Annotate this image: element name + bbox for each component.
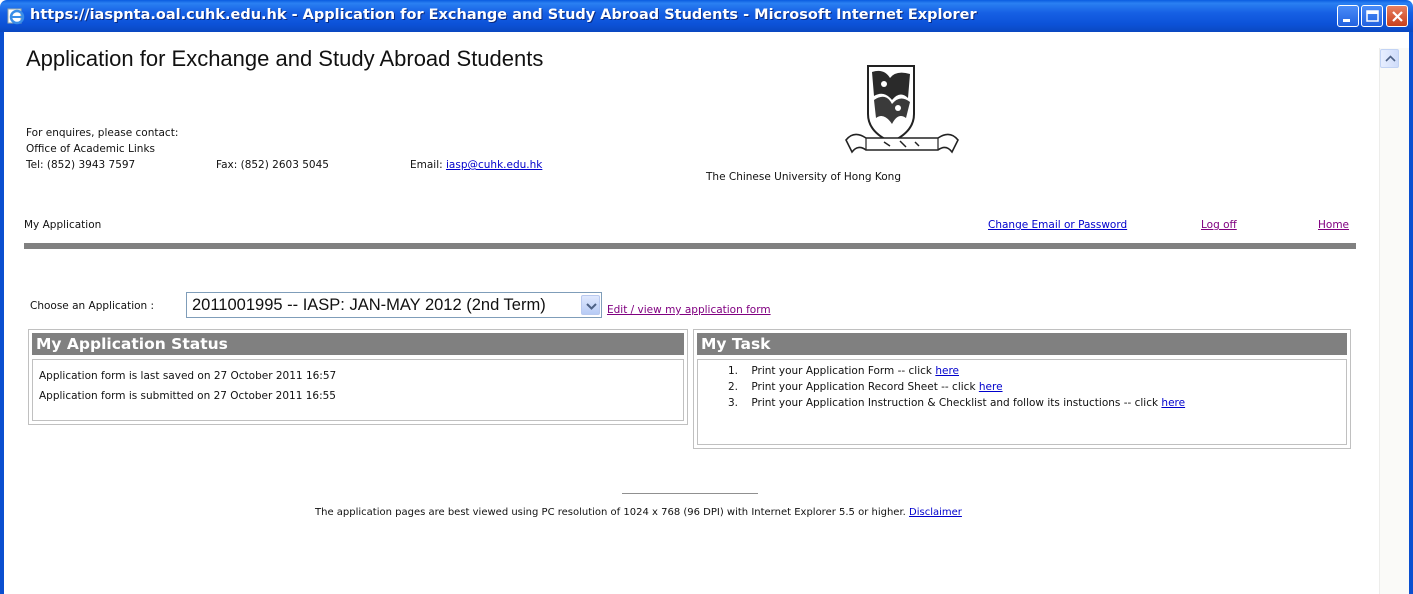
log-off-link[interactable]: Log off: [1201, 219, 1237, 231]
section-my-application: My Application: [24, 219, 102, 231]
task-number: 3.: [728, 397, 739, 409]
task-text: Print your Application Record Sheet -- c…: [751, 381, 976, 393]
application-status-panel: My Application Status Application form i…: [28, 329, 688, 425]
choose-application-label: Choose an Application :: [30, 300, 155, 312]
page-title: Application for Exchange and Study Abroa…: [26, 46, 544, 71]
task-item-1: 1. Print your Application Form -- click …: [728, 365, 959, 377]
chevron-down-icon: [586, 303, 597, 310]
window-frame-right: [1409, 32, 1413, 594]
home-link[interactable]: Home: [1318, 219, 1349, 231]
email-contact: Email: iasp@cuhk.edu.hk: [410, 159, 542, 171]
window-title: https://iaspnta.oal.cuhk.edu.hk - Applic…: [30, 7, 977, 23]
fax-label: Fax: (852) 2603 5045: [216, 159, 329, 171]
print-instruction-checklist-link[interactable]: here: [1161, 397, 1185, 409]
status-submitted: Application form is submitted on 27 Octo…: [39, 390, 336, 402]
window-frame-left: [0, 32, 4, 594]
task-item-2: 2. Print your Application Record Sheet -…: [728, 381, 1003, 393]
vertical-scrollbar[interactable]: [1379, 48, 1409, 594]
my-task-body: 1. Print your Application Form -- click …: [697, 359, 1347, 445]
scroll-up-button[interactable]: [1380, 49, 1399, 68]
task-number: 2.: [728, 381, 739, 393]
maximize-button[interactable]: [1361, 5, 1383, 27]
email-link[interactable]: iasp@cuhk.edu.hk: [446, 159, 542, 171]
application-select-value: 2011001995 -- IASP: JAN-MAY 2012 (2nd Te…: [192, 296, 546, 314]
task-item-3: 3. Print your Application Instruction & …: [728, 397, 1185, 409]
my-task-panel: My Task 1. Print your Application Form -…: [693, 329, 1351, 449]
task-text: Print your Application Form -- click: [751, 365, 932, 377]
application-status-body: Application form is last saved on 27 Oct…: [32, 359, 684, 421]
university-name: The Chinese University of Hong Kong: [706, 171, 901, 183]
close-button[interactable]: [1386, 5, 1408, 27]
print-record-sheet-link[interactable]: here: [979, 381, 1003, 393]
application-status-header: My Application Status: [32, 333, 684, 355]
edit-view-application-link[interactable]: Edit / view my application form: [607, 304, 771, 316]
status-last-saved: Application form is last saved on 27 Oct…: [39, 370, 337, 382]
application-select[interactable]: 2011001995 -- IASP: JAN-MAY 2012 (2nd Te…: [186, 292, 602, 318]
my-task-header: My Task: [697, 333, 1347, 355]
cuhk-crest-logo: [845, 65, 959, 154]
dropdown-button[interactable]: [581, 295, 600, 315]
window-titlebar[interactable]: https://iaspnta.oal.cuhk.edu.hk - Applic…: [0, 0, 1413, 32]
footer-note: The application pages are best viewed us…: [315, 507, 962, 518]
email-label: Email:: [410, 159, 443, 171]
task-text: Print your Application Instruction & Che…: [751, 397, 1159, 409]
task-number: 1.: [728, 365, 739, 377]
footer-text: The application pages are best viewed us…: [315, 507, 906, 518]
footer-divider: [622, 493, 758, 494]
minimize-button[interactable]: [1337, 5, 1359, 27]
disclaimer-link[interactable]: Disclaimer: [909, 507, 962, 518]
office-label: Office of Academic Links: [26, 143, 156, 155]
internet-explorer-icon: [7, 7, 25, 25]
tel-label: Tel: (852) 3943 7597: [26, 159, 136, 171]
chevron-up-icon: [1385, 55, 1396, 62]
enquiries-label: For enquires, please contact:: [26, 127, 179, 139]
change-email-password-link[interactable]: Change Email or Password: [988, 219, 1127, 231]
print-application-form-link[interactable]: here: [935, 365, 959, 377]
header-divider: [24, 243, 1356, 249]
